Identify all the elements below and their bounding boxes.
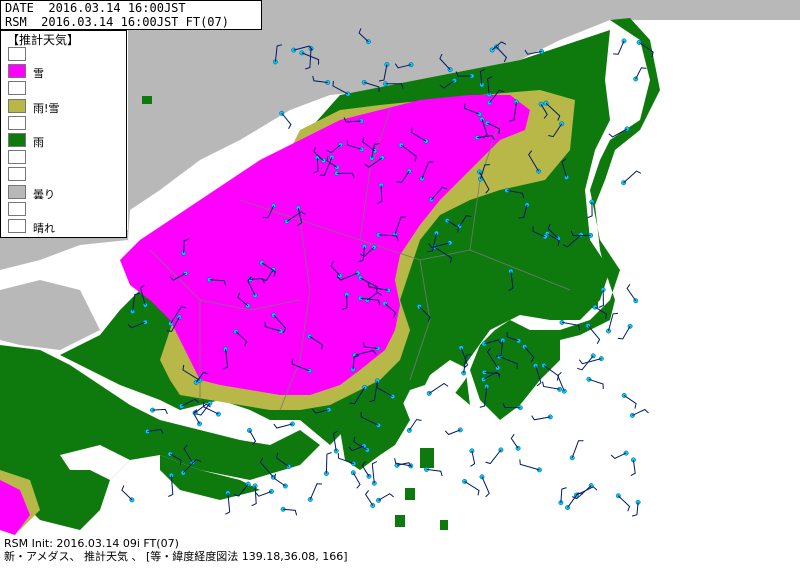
legend-label: 晴れ [33, 222, 55, 235]
legend-swatch [8, 167, 26, 182]
header-box: DATE 2016.03.14 16:00JST RSM 2016.03.14 … [0, 0, 262, 30]
legend-swatch [8, 133, 26, 147]
station-dot [176, 314, 182, 320]
footer: RSM Init: 2016.03.14 09i FT(07) 新・アメダス、 … [0, 537, 800, 570]
legend-swatch [8, 98, 26, 113]
station-dot [247, 427, 252, 433]
station-dot [299, 50, 305, 56]
station-dot [623, 450, 629, 456]
footer-init-line: RSM Init: 2016.03.14 09i FT(07) [4, 537, 179, 550]
legend-label: 雪 [33, 67, 44, 81]
legend-label: 雨!雪 [33, 101, 60, 115]
station-dot [457, 427, 463, 433]
legend-title: 【推計天気】 [7, 33, 80, 47]
legend-swatch [8, 150, 26, 165]
footer-source-line: 新・アメダス、 推計天気 、 [等・緯度経度図法 139.18,36.08, 1… [4, 550, 348, 563]
station-dot [167, 451, 173, 457]
legend-label: 雨 [33, 136, 44, 149]
legend-swatch [8, 47, 26, 61]
rsm-line: RSM 2016.03.14 16:00JST FT(07) [5, 15, 229, 29]
station-dot [476, 169, 482, 175]
legend: 【推計天気】 雪雨!雪雨曇り晴れ [0, 30, 127, 238]
legend-swatch [8, 81, 26, 96]
legend-swatch [8, 219, 26, 233]
legend-swatch [8, 115, 26, 130]
legend-label: 曇り [33, 187, 55, 201]
legend-swatch [8, 64, 26, 79]
date-line: DATE 2016.03.14 16:00JST [5, 1, 186, 15]
legend-swatch [8, 184, 26, 199]
station-dot [484, 120, 490, 126]
legend-swatch [8, 201, 26, 216]
